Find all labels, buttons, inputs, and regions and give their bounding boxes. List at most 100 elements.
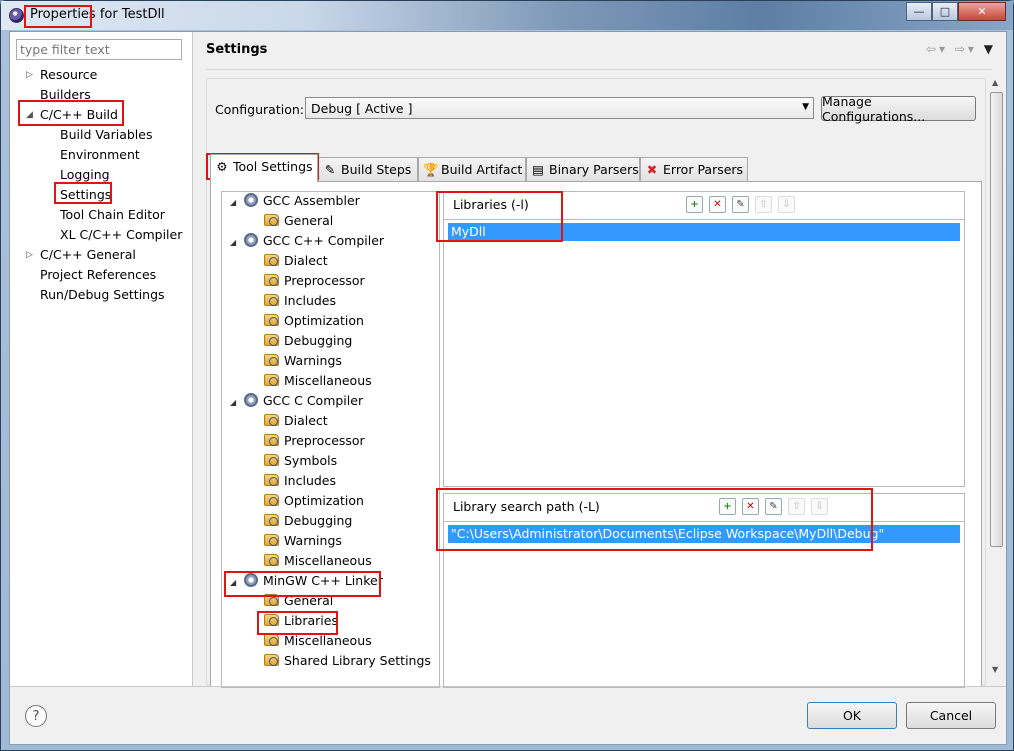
tree-item-settings[interactable]: Settings bbox=[60, 187, 111, 202]
tree-item-run-debug-settings[interactable]: Run/Debug Settings bbox=[40, 287, 165, 302]
option-folder-icon bbox=[264, 294, 279, 306]
tool-option[interactable]: General bbox=[264, 593, 333, 608]
manage-configurations-button[interactable]: Manage Configurations... bbox=[821, 94, 976, 124]
tool-icon bbox=[244, 573, 258, 587]
collapse-icon[interactable]: ◢ bbox=[230, 238, 236, 247]
tool-option[interactable]: Includes bbox=[264, 293, 336, 308]
tree-item-cpp-general[interactable]: C/C++ General bbox=[40, 247, 136, 262]
tree-item-resource[interactable]: Resource bbox=[40, 67, 97, 82]
tool-option[interactable]: Shared Library Settings bbox=[264, 653, 431, 668]
tool-option[interactable]: Miscellaneous bbox=[264, 553, 372, 568]
tab-label: Tool Settings bbox=[233, 159, 313, 174]
scroll-up-icon[interactable]: ▲ bbox=[992, 78, 998, 87]
tool-option[interactable]: Preprocessor bbox=[264, 433, 365, 448]
dialog-client: ▷ Resource Builders ◢ C/C++ Build Build … bbox=[9, 31, 1007, 745]
configuration-label: Configuration: bbox=[215, 102, 304, 117]
tool-option[interactable]: Includes bbox=[264, 473, 336, 488]
tool-option[interactable]: Optimization bbox=[264, 493, 364, 508]
filter-input[interactable] bbox=[16, 39, 182, 60]
tab-build-artifact[interactable]: 🏆 Build Artifact bbox=[418, 157, 526, 181]
edit-icon[interactable]: ✎ bbox=[765, 498, 782, 515]
close-button[interactable]: ✕ bbox=[958, 2, 1006, 21]
tree-item-tool-chain-editor[interactable]: Tool Chain Editor bbox=[60, 207, 165, 222]
forward-icon[interactable]: ⇨ bbox=[955, 42, 968, 56]
scroll-down-icon[interactable]: ▼ bbox=[992, 665, 998, 674]
edit-icon[interactable]: ✎ bbox=[732, 196, 749, 213]
tab-binary-parsers[interactable]: ▤ Binary Parsers bbox=[526, 157, 640, 181]
tool-option[interactable]: Debugging bbox=[264, 333, 352, 348]
search-path-toolbar: + ✕ ✎ ⇧ ⇩ bbox=[719, 498, 828, 515]
tool-option[interactable]: Miscellaneous bbox=[264, 373, 372, 388]
header-divider bbox=[206, 69, 992, 70]
tool-group[interactable]: GCC C Compiler bbox=[244, 393, 363, 408]
settings-body: Configuration: Debug [ Active ] ▼ Manage… bbox=[206, 78, 986, 688]
tool-option[interactable]: Warnings bbox=[264, 353, 342, 368]
tool-option[interactable]: Optimization bbox=[264, 313, 364, 328]
collapse-icon[interactable]: ◢ bbox=[230, 198, 236, 207]
add-icon[interactable]: + bbox=[686, 196, 703, 213]
maximize-button[interactable]: □ bbox=[932, 2, 958, 21]
tree-item-builders[interactable]: Builders bbox=[40, 87, 91, 102]
move-up-icon[interactable]: ⇧ bbox=[788, 498, 805, 515]
configuration-select[interactable]: Debug [ Active ] ▼ bbox=[305, 97, 814, 119]
delete-icon[interactable]: ✕ bbox=[709, 196, 726, 213]
option-folder-icon bbox=[264, 374, 279, 386]
tree-item-logging[interactable]: Logging bbox=[60, 167, 110, 182]
back-icon[interactable]: ⇦ bbox=[926, 42, 939, 56]
option-folder-icon bbox=[264, 534, 279, 546]
tool-option[interactable]: General bbox=[264, 213, 333, 228]
settings-page: Settings ⇦▾ ⇨▾ ▼ Configuration: Debug [ … bbox=[194, 32, 1006, 688]
cancel-button[interactable]: Cancel bbox=[906, 702, 996, 729]
tool-tree: ◢ GCC Assembler General ◢ GCC C++ Compiler Di… bbox=[221, 191, 440, 688]
tool-icon bbox=[244, 393, 258, 407]
expand-icon[interactable]: ▷ bbox=[26, 70, 33, 80]
tab-error-parsers[interactable]: ✖ Error Parsers bbox=[640, 157, 748, 181]
collapse-icon[interactable]: ◢ bbox=[26, 110, 33, 120]
move-down-icon[interactable]: ⇩ bbox=[811, 498, 828, 515]
library-search-path-title: Library search path (-L) bbox=[453, 499, 600, 514]
tool-option[interactable]: Miscellaneous bbox=[264, 633, 372, 648]
expand-icon[interactable]: ▷ bbox=[26, 250, 33, 260]
tab-label: Build Artifact bbox=[441, 162, 523, 177]
tool-option[interactable]: Dialect bbox=[264, 253, 328, 268]
tool-option-label: Optimization bbox=[284, 313, 364, 328]
tab-build-steps[interactable]: ✎ Build Steps bbox=[318, 157, 418, 181]
move-down-icon[interactable]: ⇩ bbox=[778, 196, 795, 213]
tool-option[interactable]: Dialect bbox=[264, 413, 328, 428]
tool-option[interactable]: Warnings bbox=[264, 533, 342, 548]
tab-tool-settings[interactable]: ⚙ Tool Settings bbox=[210, 154, 318, 182]
collapse-icon[interactable]: ◢ bbox=[230, 578, 236, 587]
tree-item-xl-compiler[interactable]: XL C/C++ Compiler bbox=[60, 227, 182, 242]
tool-option-label: General bbox=[284, 593, 334, 608]
delete-icon[interactable]: ✕ bbox=[742, 498, 759, 515]
view-menu-icon[interactable]: ▼ bbox=[984, 42, 996, 56]
back-menu-icon[interactable]: ▾ bbox=[939, 42, 948, 56]
tree-item-project-references[interactable]: Project References bbox=[40, 267, 156, 282]
ok-button[interactable]: OK bbox=[807, 702, 897, 729]
tool-group[interactable]: MinGW C++ Linker bbox=[244, 573, 383, 588]
minimize-button[interactable]: — bbox=[906, 2, 932, 21]
tree-item-environment[interactable]: Environment bbox=[60, 147, 140, 162]
tree-item-cpp-build[interactable]: C/C++ Build bbox=[40, 107, 118, 122]
tool-group-label: GCC Assembler bbox=[263, 193, 360, 208]
tool-option-label: Debugging bbox=[284, 333, 353, 348]
tool-option[interactable]: Preprocessor bbox=[264, 273, 365, 288]
collapse-icon[interactable]: ◢ bbox=[230, 398, 236, 407]
list-item[interactable]: "C:\Users\Administrator\Documents\Eclips… bbox=[448, 525, 960, 543]
tool-group[interactable]: GCC Assembler bbox=[244, 193, 360, 208]
list-item[interactable]: MyDll bbox=[448, 223, 960, 241]
binary-icon: ▤ bbox=[532, 162, 544, 177]
forward-menu-icon[interactable]: ▾ bbox=[968, 42, 977, 56]
tool-option[interactable]: Libraries bbox=[264, 613, 338, 628]
tool-option[interactable]: Debugging bbox=[264, 513, 352, 528]
move-up-icon[interactable]: ⇧ bbox=[755, 196, 772, 213]
tool-group[interactable]: GCC C++ Compiler bbox=[244, 233, 384, 248]
tool-option[interactable]: Symbols bbox=[264, 453, 337, 468]
tree-item-build-variables[interactable]: Build Variables bbox=[60, 127, 152, 142]
add-icon[interactable]: + bbox=[719, 498, 736, 515]
option-folder-icon bbox=[264, 254, 279, 266]
scroll-thumb[interactable] bbox=[990, 92, 1003, 547]
trophy-icon: 🏆 bbox=[423, 162, 439, 177]
help-icon[interactable]: ? bbox=[25, 705, 47, 727]
vertical-scrollbar[interactable]: ▲ ▼ bbox=[989, 76, 1004, 676]
